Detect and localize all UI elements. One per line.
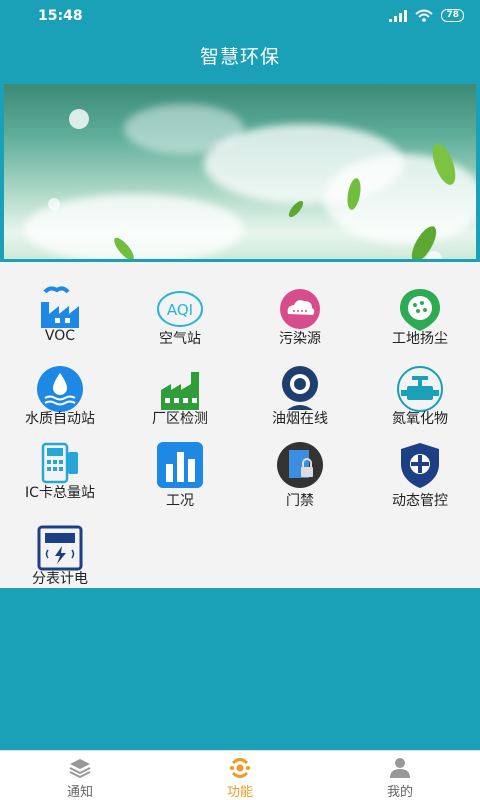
function-plant-monitoring[interactable]: 厂区检测: [120, 350, 240, 430]
function-fume-online[interactable]: 油烟在线: [240, 350, 360, 430]
function-ic-card-station[interactable]: IC卡总量站: [0, 432, 120, 512]
function-working-condition[interactable]: 工况: [120, 432, 240, 512]
power-meter-icon: [37, 525, 83, 571]
function-label: VOC: [44, 328, 76, 344]
aqi-icon: AQI: [157, 291, 203, 327]
function-construction-dust[interactable]: 工地扬尘: [360, 270, 480, 350]
bar-chart-icon: [157, 442, 203, 488]
factory-icon: [41, 286, 79, 328]
stack-icon: [69, 759, 91, 779]
function-sub-meter[interactable]: 分表计电: [0, 512, 120, 592]
function-water-station[interactable]: 水质自动站: [0, 350, 120, 430]
water-drop-icon: [37, 366, 83, 412]
function-label: 工况: [166, 493, 194, 509]
function-label: 空气站: [159, 331, 201, 347]
bottom-navigation: 通知 功能 我的: [0, 750, 480, 800]
function-dynamic-control[interactable]: 动态管控: [360, 432, 480, 512]
nav-label: 我的: [386, 785, 413, 800]
banner-image[interactable]: [4, 84, 476, 259]
valve-icon: [397, 366, 443, 412]
function-pollution-source[interactable]: 污染源: [240, 270, 360, 350]
card-reader-icon: [41, 442, 78, 484]
function-air-station[interactable]: AQI 空气站: [120, 270, 240, 350]
door-lock-icon: [277, 442, 323, 488]
function-label: 油烟在线: [272, 411, 328, 427]
page-title: 智慧环保: [199, 46, 280, 68]
function-label: 氮氧化物: [392, 411, 448, 427]
nav-label: 通知: [66, 785, 93, 800]
dust-icon: [400, 289, 440, 331]
cloud-icon: [280, 289, 320, 329]
function-label: 水质自动站: [25, 411, 95, 427]
user-icon: [390, 758, 410, 778]
status-icons: 78: [389, 9, 464, 22]
nav-label: 功能: [226, 785, 253, 800]
function-label: 分表计电: [32, 571, 88, 587]
function-label: 工地扬尘: [392, 331, 448, 347]
nav-tab-profile[interactable]: 我的: [340, 751, 460, 800]
nav-tab-functions[interactable]: 功能: [180, 751, 300, 800]
status-time: 15:48: [38, 8, 83, 24]
status-bar: 15:48 78: [0, 0, 480, 30]
function-access-control[interactable]: 门禁: [240, 432, 360, 512]
function-label: 门禁: [286, 493, 314, 509]
signal-icon: [389, 9, 408, 22]
shield-icon: [401, 443, 439, 488]
wifi-icon: [415, 9, 434, 22]
function-label: 污染源: [279, 331, 321, 347]
function-grid: VOC AQI 空气站 污染源 工地扬尘 水质自动站 厂区检测 油烟在线 氮氧化…: [0, 262, 480, 588]
function-label: 动态管控: [392, 493, 448, 509]
plant-icon: [161, 372, 199, 410]
leaf-decoration: [48, 109, 456, 259]
function-voc[interactable]: VOC: [0, 270, 120, 350]
function-label: 厂区检测: [152, 411, 208, 427]
nav-tab-notifications[interactable]: 通知: [20, 751, 140, 800]
svg-text:AQI: AQI: [167, 301, 193, 319]
battery-indicator: 78: [441, 9, 464, 22]
function-nitrogen-oxides[interactable]: 氮氧化物: [360, 350, 480, 430]
function-label: IC卡总量站: [25, 485, 95, 501]
camera-icon: [282, 366, 318, 410]
function-icon: [230, 758, 250, 778]
title-bar: 智慧环保: [0, 30, 480, 78]
